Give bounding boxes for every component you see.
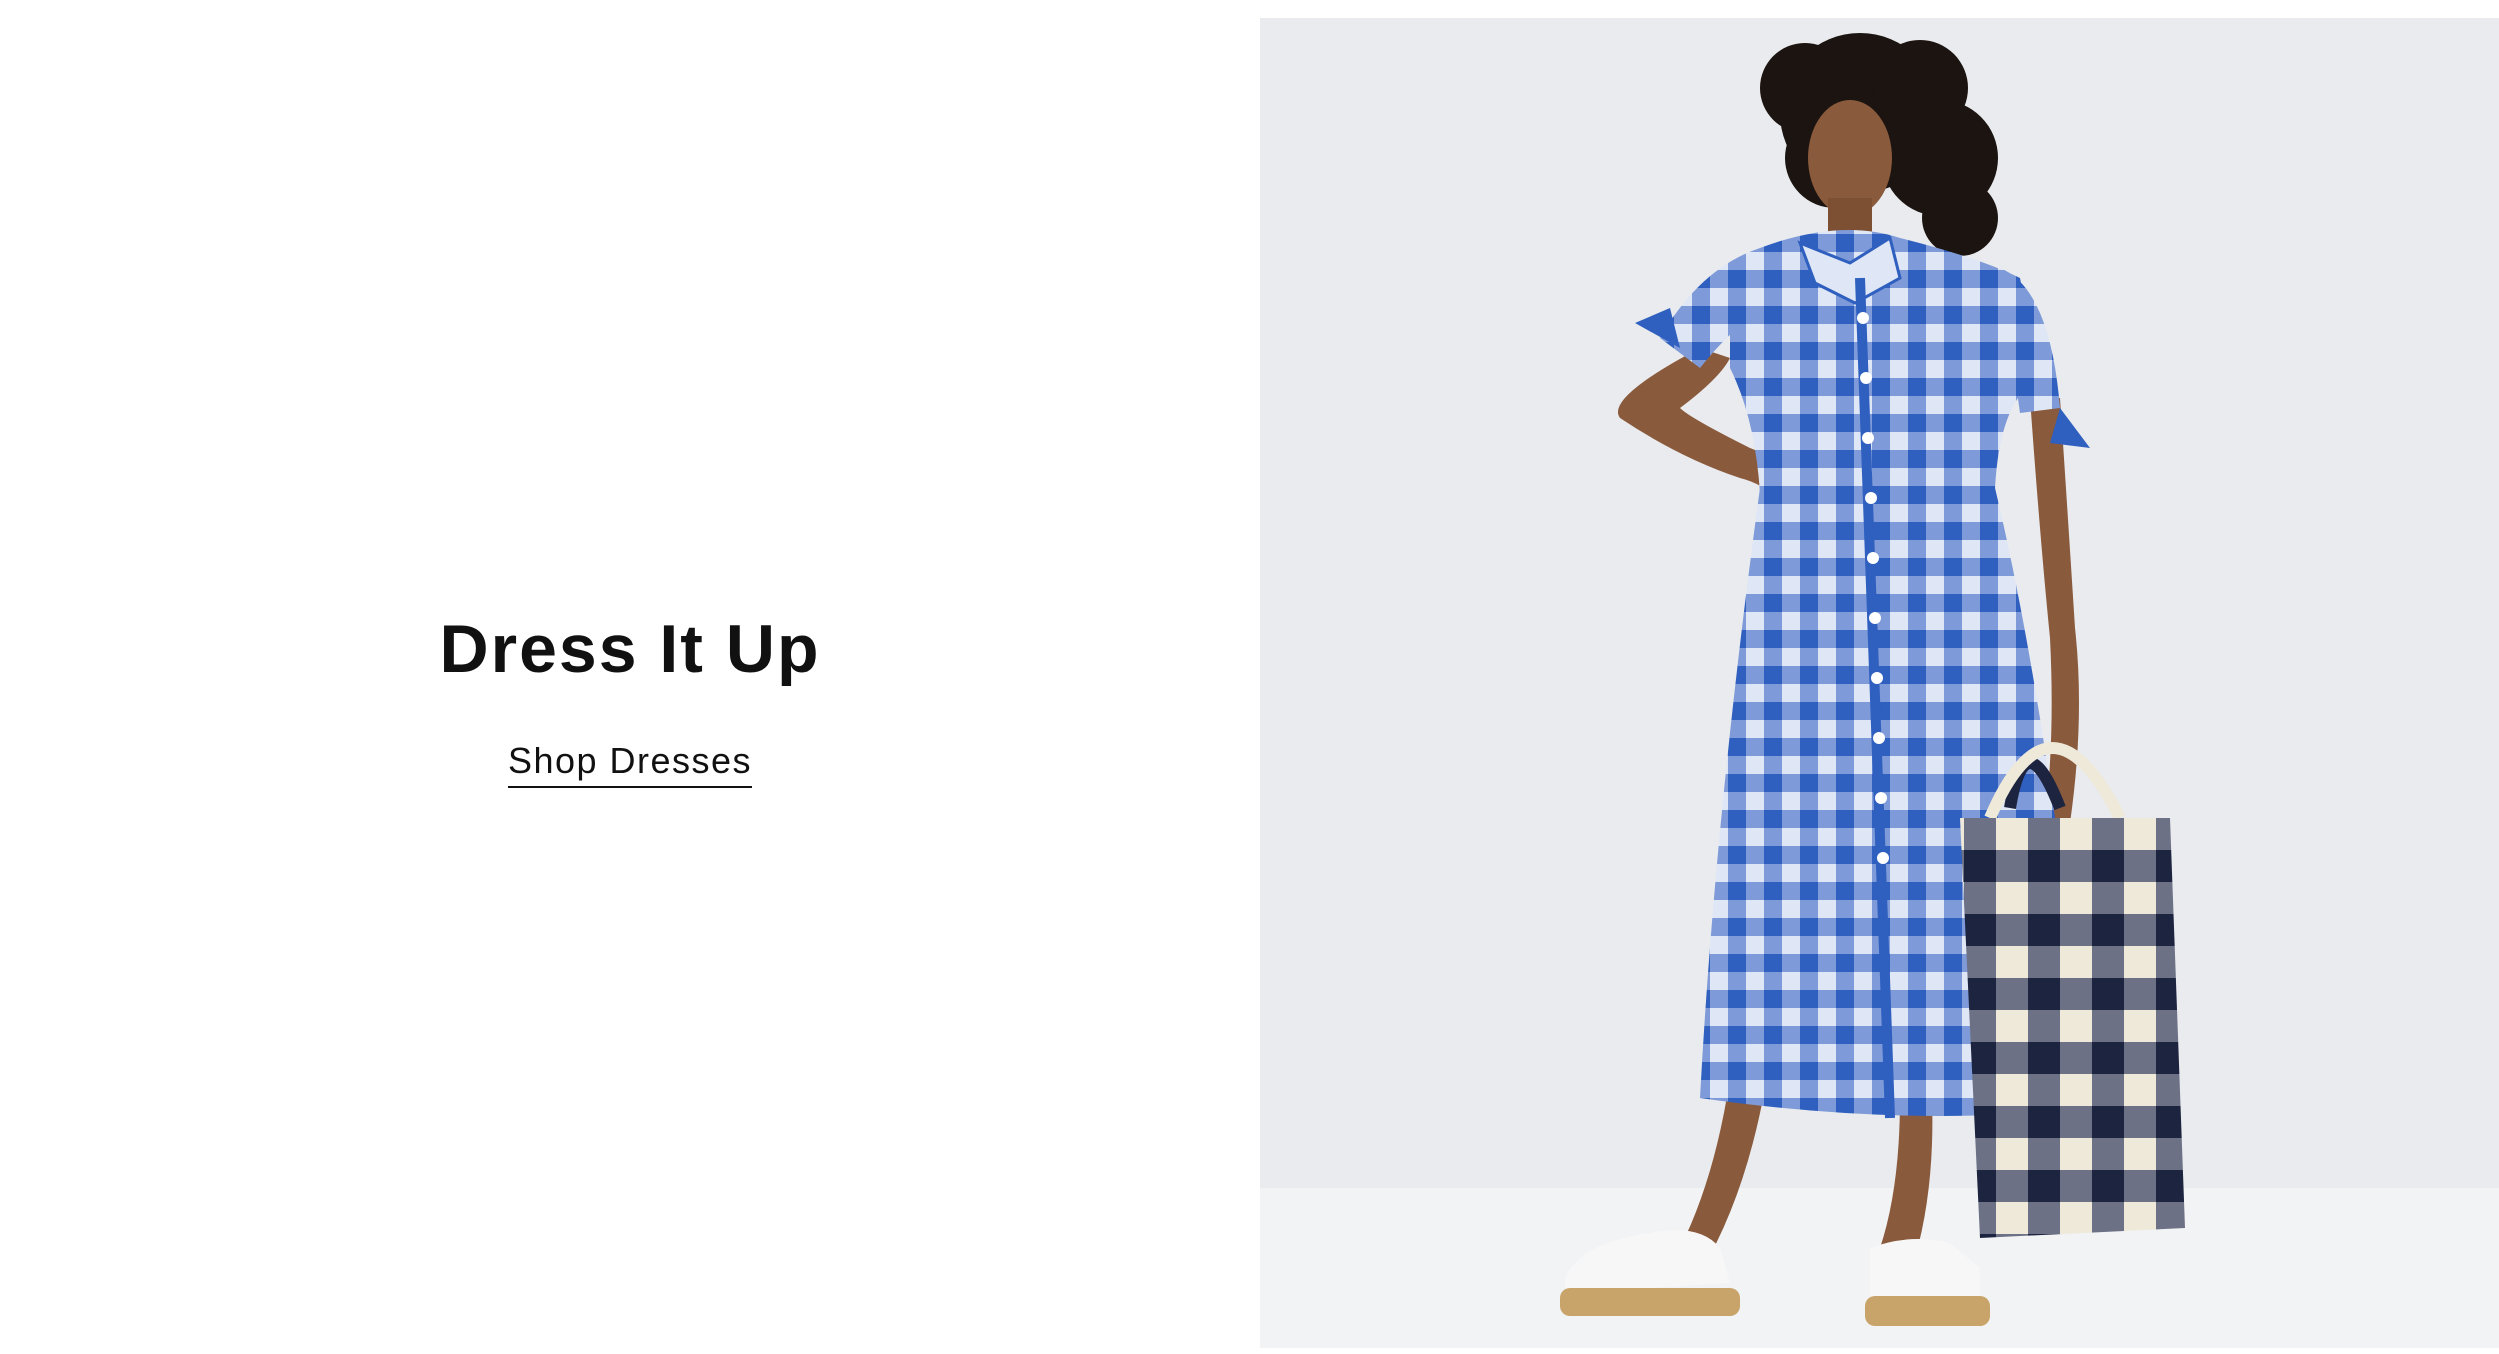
shop-dresses-link[interactable]: Shop Dresses [507,740,753,788]
promo-banner: Dress It Up Shop Dresses [0,0,2499,1354]
tote-bag [1960,742,2185,1238]
hero-illustration [1260,18,2499,1348]
promo-text-panel: Dress It Up Shop Dresses [0,0,1260,1354]
promo-headline: Dress It Up [439,611,821,687]
hero-image[interactable] [1260,18,2499,1348]
cta-container: Shop Dresses [0,740,1260,788]
